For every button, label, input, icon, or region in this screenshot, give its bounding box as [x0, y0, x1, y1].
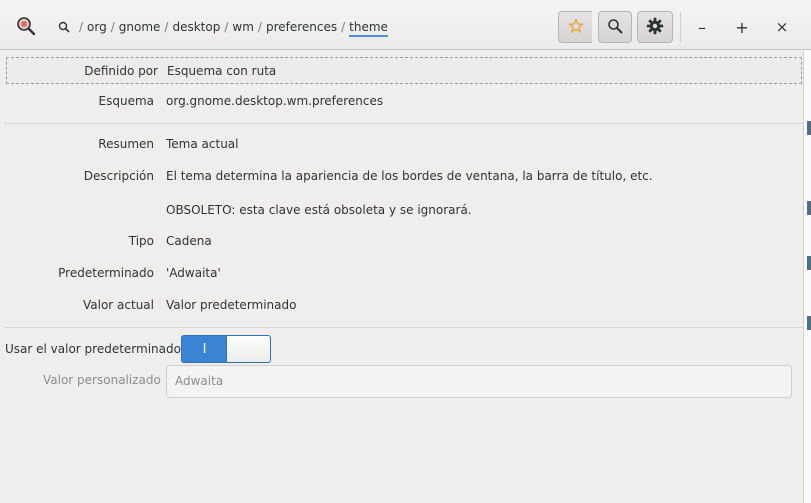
description-label: Descripción	[83, 169, 154, 183]
header-bar: / org / gnome / desktop / wm / preferenc…	[0, 0, 811, 50]
breadcrumb-separator: /	[79, 20, 84, 34]
background-mark	[807, 201, 811, 215]
row-schema: Esquema org.gnome.desktop.wm.preferences	[0, 88, 803, 116]
settings-menu-button[interactable]	[637, 11, 673, 43]
defined-by-value: Esquema con ruta	[167, 64, 277, 78]
custom-value-label: Valor personalizado	[43, 373, 161, 387]
divider	[4, 123, 803, 124]
header-separator	[680, 12, 681, 42]
breadcrumb-separator: /	[110, 20, 115, 34]
divider	[4, 327, 803, 328]
close-button[interactable]: ×	[772, 17, 792, 37]
breadcrumb: / org / gnome / desktop / wm / preferenc…	[58, 17, 388, 37]
row-defined-by: Definido por Esquema con ruta	[6, 57, 802, 84]
summary-value: Tema actual	[166, 137, 239, 151]
breadcrumb-segment-org[interactable]: org	[87, 20, 107, 34]
key-details-panel: Definido por Esquema con ruta Esquema or…	[0, 51, 803, 503]
default-label: Predeterminado	[58, 266, 154, 280]
background-window-edge	[803, 51, 811, 503]
custom-value-input[interactable]: Adwaita	[166, 365, 792, 398]
background-mark	[807, 316, 811, 330]
switch-on-glyph: I	[202, 341, 207, 357]
breadcrumb-segment-gnome[interactable]: gnome	[119, 20, 161, 34]
breadcrumb-segment-theme[interactable]: theme	[349, 20, 388, 37]
schema-label: Esquema	[98, 94, 154, 108]
bookmark-button[interactable]	[558, 11, 592, 43]
default-value: 'Adwaita'	[166, 266, 221, 280]
minimize-button[interactable]: –	[692, 17, 712, 37]
search-button[interactable]	[598, 11, 632, 43]
gear-icon	[646, 17, 664, 38]
background-mark	[807, 256, 811, 270]
row-description-note: OBSOLETO: esta clave está obsoleta y se …	[0, 197, 803, 225]
background-mark	[807, 121, 811, 135]
breadcrumb-segment-desktop[interactable]: desktop	[172, 20, 220, 34]
breadcrumb-separator: /	[164, 20, 169, 34]
breadcrumb-separator: /	[257, 20, 262, 34]
star-icon	[568, 18, 584, 37]
minimize-icon: –	[698, 17, 706, 37]
use-default-label: Usar el valor predeterminado	[5, 342, 181, 356]
switch-knob[interactable]	[226, 336, 270, 362]
type-value: Cadena	[166, 234, 212, 248]
search-small-icon[interactable]	[58, 21, 70, 33]
breadcrumb-segment-wm[interactable]: wm	[232, 20, 254, 34]
row-description: Descripción El tema determina la aparien…	[0, 163, 803, 191]
summary-label: Resumen	[98, 137, 154, 151]
current-value-label: Valor actual	[82, 298, 154, 312]
type-label: Tipo	[128, 234, 154, 248]
maximize-button[interactable]: +	[732, 17, 752, 37]
use-default-switch[interactable]: I	[181, 335, 271, 363]
defined-by-label: Definido por	[84, 64, 158, 78]
close-icon: ×	[775, 18, 789, 36]
schema-value: org.gnome.desktop.wm.preferences	[166, 94, 384, 108]
row-default: Predeterminado 'Adwaita'	[0, 260, 803, 288]
current-value-value: Valor predeterminado	[166, 298, 297, 312]
row-current-value: Valor actual Valor predeterminado	[0, 292, 803, 320]
breadcrumb-separator: /	[341, 20, 346, 34]
maximize-icon: +	[735, 17, 749, 37]
description-obsolete-note: OBSOLETO: esta clave está obsoleta y se …	[166, 203, 472, 217]
row-type: Tipo Cadena	[0, 228, 803, 256]
dconf-magnifier-icon	[16, 16, 36, 36]
breadcrumb-segment-preferences[interactable]: preferences	[266, 20, 337, 34]
breadcrumb-separator: /	[224, 20, 229, 34]
row-summary: Resumen Tema actual	[0, 131, 803, 159]
search-icon	[607, 18, 623, 37]
description-value: El tema determina la apariencia de los b…	[166, 169, 653, 183]
